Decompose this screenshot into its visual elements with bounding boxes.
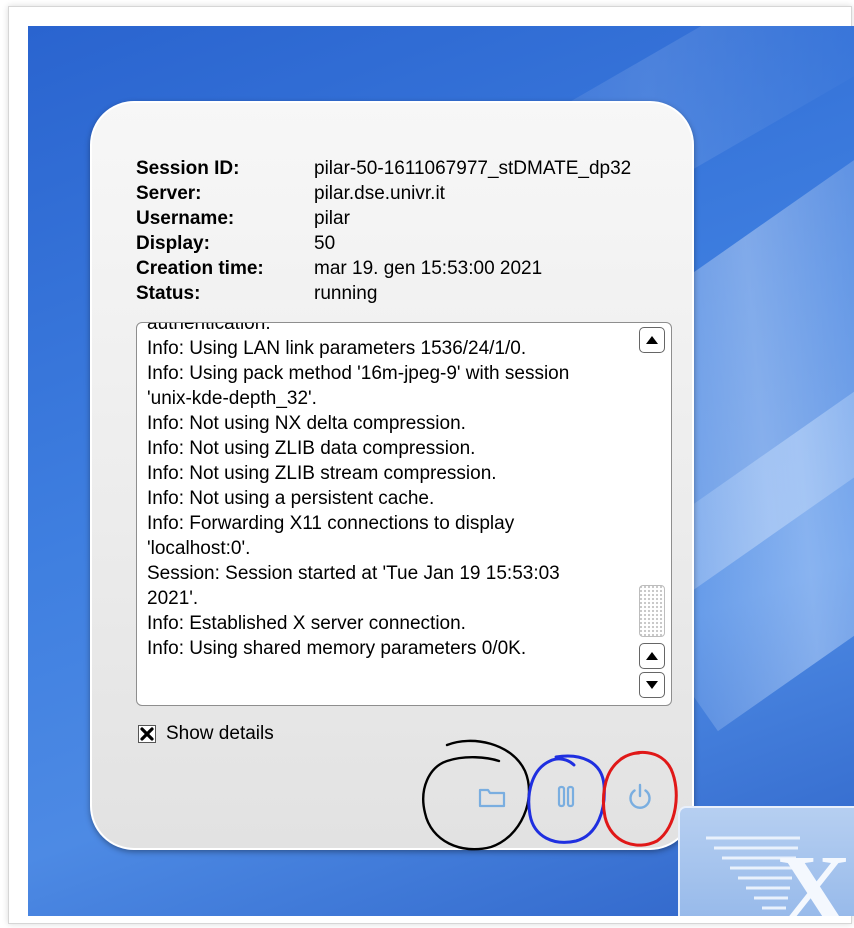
username-value: pilar (314, 208, 350, 229)
display-value: 50 (314, 233, 336, 254)
log-line: authentication. (147, 322, 271, 334)
scroll-up-button-lower[interactable] (639, 643, 665, 669)
username-row: Username: pilar (136, 206, 631, 231)
pause-icon (557, 785, 575, 808)
username-label: Username: (136, 208, 235, 229)
folder-button[interactable] (476, 779, 508, 813)
log-line: Info: Not using ZLIB stream compression. (147, 463, 497, 484)
session-id-row: Session ID: pilar-50-1611067977_stDMATE_… (136, 156, 631, 181)
session-id-label: Session ID: (136, 158, 240, 179)
creation-time-label: Creation time: (136, 258, 264, 279)
folder-icon (478, 788, 506, 808)
scroll-thumb[interactable] (639, 585, 665, 637)
log-scrollbar[interactable] (639, 327, 667, 701)
power-icon (629, 783, 651, 809)
creation-time-value: mar 19. gen 15:53:00 2021 (314, 258, 543, 279)
status-label: Status: (136, 283, 201, 304)
log-line: Info: Forwarding X11 connections to disp… (147, 513, 515, 534)
display-row: Display: 50 (136, 231, 631, 256)
display-label: Display: (136, 233, 210, 254)
screenshot: Session ID: pilar-50-1611067977_stDMATE_… (0, 0, 854, 928)
log-line: Info: Using shared memory parameters 0/0… (147, 638, 527, 659)
server-label: Server: (136, 183, 202, 204)
log-line: Info: Not using NX delta compression. (147, 413, 466, 434)
status-row: Status: running (136, 281, 631, 306)
x-logo-icon: X (678, 806, 854, 916)
log-line: Info: Using LAN link parameters 1536/24/… (147, 338, 527, 359)
log-textbox[interactable]: authentication. Info: Using LAN link par… (136, 322, 672, 706)
x-check-icon (140, 727, 154, 741)
server-row: Server: pilar.dse.univr.it (136, 181, 631, 206)
log-line: Info: Established X server connection. (147, 613, 466, 634)
log-line: 'unix-kde-depth_32'. (147, 388, 317, 409)
log-lines: authentication. Info: Using LAN link par… (147, 322, 633, 661)
log-line: Info: Not using ZLIB data compression. (147, 438, 476, 459)
session-panel: Session ID: pilar-50-1611067977_stDMATE_… (90, 101, 694, 851)
log-line: Info: Using pack method '16m-jpeg-9' wit… (147, 363, 570, 384)
pause-button[interactable] (550, 779, 582, 813)
session-info: Session ID: pilar-50-1611067977_stDMATE_… (136, 156, 631, 306)
session-id-value: pilar-50-1611067977_stDMATE_dp32 (314, 158, 632, 179)
show-details-row[interactable]: Show details (138, 723, 274, 745)
show-details-label: Show details (166, 723, 274, 744)
log-line: Info: Not using a persistent cache. (147, 488, 435, 509)
show-details-checkbox[interactable] (138, 725, 156, 743)
server-value: pilar.dse.univr.it (314, 183, 445, 204)
scroll-down-button[interactable] (639, 672, 665, 698)
logo-letter: X (776, 834, 851, 916)
status-value: running (314, 283, 378, 304)
desktop-background: Session ID: pilar-50-1611067977_stDMATE_… (28, 26, 854, 916)
scroll-track[interactable] (639, 357, 665, 639)
triangle-down-icon (646, 681, 658, 689)
triangle-up-icon (646, 652, 658, 660)
scroll-up-button[interactable] (639, 327, 665, 353)
log-line: Session: Session started at 'Tue Jan 19 … (147, 563, 560, 584)
power-button[interactable] (624, 779, 656, 813)
log-line: 'localhost:0'. (147, 538, 251, 559)
triangle-up-icon (646, 336, 658, 344)
x-logo-graphic: X (706, 834, 851, 916)
log-line: 2021'. (147, 588, 199, 609)
creation-time-row: Creation time: mar 19. gen 15:53:00 2021 (136, 256, 631, 281)
